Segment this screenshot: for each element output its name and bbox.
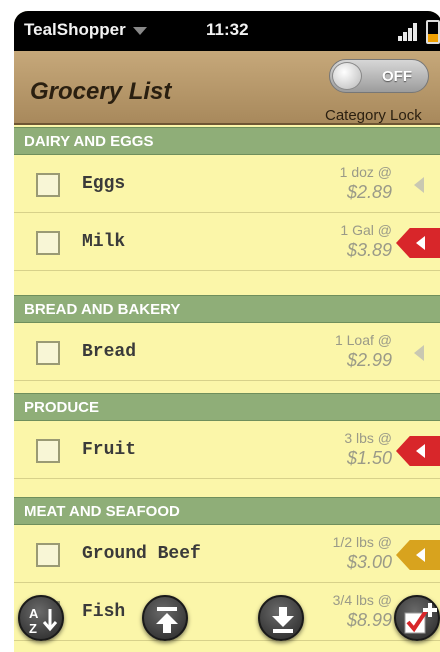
item-name: Fruit xyxy=(82,440,137,460)
scroll-top-button[interactable] xyxy=(142,595,188,641)
item-quantity: 1 Gal @ xyxy=(340,222,392,238)
item-name: Fish xyxy=(82,602,126,622)
list-item[interactable]: Fruit 3 lbs @ $1.50 xyxy=(14,421,440,479)
add-item-button[interactable] xyxy=(394,595,440,641)
svg-text:A: A xyxy=(29,606,39,621)
toggle-state-label: OFF xyxy=(382,68,412,85)
item-name: Bread xyxy=(82,342,137,362)
scroll-bottom-button[interactable] xyxy=(258,595,304,641)
section-label: MEAT AND SEAFOOD xyxy=(24,503,180,520)
left-arrow-icon[interactable] xyxy=(414,177,424,193)
section-header: DAIRY AND EGGS xyxy=(14,127,440,155)
section-header: BREAD AND BAKERY xyxy=(14,295,440,323)
item-quantity: 3 lbs @ xyxy=(344,430,392,446)
list-item[interactable]: Milk 1 Gal @ $3.89 xyxy=(14,213,440,271)
add-check-icon xyxy=(404,603,437,634)
section-label: BREAD AND BAKERY xyxy=(24,301,181,318)
toggle-knob[interactable] xyxy=(332,62,362,90)
left-arrow-icon[interactable] xyxy=(414,345,424,361)
status-bar: TealShopper 11:32 xyxy=(14,11,440,51)
item-checkbox[interactable] xyxy=(36,231,60,255)
svg-text:Z: Z xyxy=(29,621,37,636)
chevron-down-icon[interactable] xyxy=(133,27,147,35)
item-price: $2.89 xyxy=(346,182,392,202)
list-header: Grocery List OFF Category Lock xyxy=(14,51,440,125)
item-name: Milk xyxy=(82,232,126,252)
item-checkbox[interactable] xyxy=(36,543,60,567)
section-label: PRODUCE xyxy=(24,399,100,416)
clock: 11:32 xyxy=(206,20,249,39)
priority-tag-icon[interactable] xyxy=(396,436,440,466)
toggle-caption: Category Lock xyxy=(325,107,422,124)
item-quantity: 1/2 lbs @ xyxy=(332,534,392,550)
item-price: $3.89 xyxy=(346,240,392,260)
category-lock-toggle[interactable]: OFF xyxy=(329,59,429,93)
item-price: $2.99 xyxy=(346,350,392,370)
section-label: DAIRY AND EGGS xyxy=(24,133,154,150)
item-name: Ground Beef xyxy=(82,544,201,564)
item-price: $1.50 xyxy=(346,448,392,468)
item-checkbox[interactable] xyxy=(36,173,60,197)
battery-icon xyxy=(426,20,440,44)
item-price: $8.99 xyxy=(346,610,392,630)
item-checkbox[interactable] xyxy=(36,439,60,463)
item-name: Eggs xyxy=(82,174,126,194)
sort-az-icon: A Z xyxy=(29,606,58,636)
scroll-top-icon xyxy=(156,607,178,633)
item-quantity: 1 Loaf @ xyxy=(334,332,392,348)
download-icon xyxy=(272,607,294,633)
list-item[interactable]: Fish 3/4 lbs @ $8.99 xyxy=(14,583,440,641)
priority-tag-icon[interactable] xyxy=(396,228,440,258)
list-item[interactable]: Ground Beef 1/2 lbs @ $3.00 xyxy=(14,525,440,583)
item-quantity: 3/4 lbs @ xyxy=(332,592,392,608)
signal-icon xyxy=(398,23,422,41)
list-item[interactable]: Eggs 1 doz @ $2.89 xyxy=(14,155,440,213)
section-header: PRODUCE xyxy=(14,393,440,421)
list-item[interactable]: Bread 1 Loaf @ $2.99 xyxy=(14,323,440,381)
page-title: Grocery List xyxy=(30,78,172,105)
priority-tag-icon[interactable] xyxy=(396,540,440,570)
section-header: MEAT AND SEAFOOD xyxy=(14,497,440,525)
item-price: $3.00 xyxy=(346,552,392,572)
sort-az-button[interactable]: A Z xyxy=(18,595,64,641)
phone-screen: TealShopper 11:32 Grocery List OFF Categ… xyxy=(14,11,440,652)
item-quantity: 1 doz @ xyxy=(339,164,392,180)
app-menu-title[interactable]: TealShopper xyxy=(24,20,126,40)
item-checkbox[interactable] xyxy=(36,341,60,365)
